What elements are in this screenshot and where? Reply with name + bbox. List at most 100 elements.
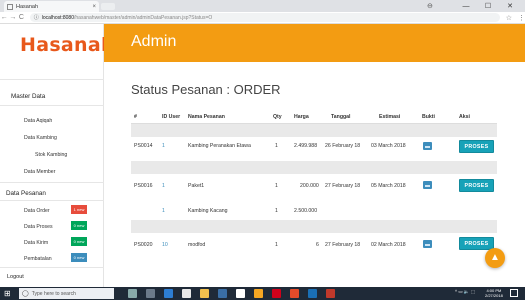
column-header-bukti: Bukti xyxy=(422,114,435,120)
sidebar-item-data-aqiqah[interactable]: Data Aqiqah xyxy=(24,118,52,124)
browser-tab-strip: Hasanah × ⊖ — ☐ ✕ xyxy=(0,0,525,12)
sidebar-divider xyxy=(0,79,104,80)
logout-link[interactable]: Logout xyxy=(7,274,24,280)
column-header-number: # xyxy=(134,114,137,120)
logo-text: Hasanah xyxy=(20,34,115,56)
sidebar-item-data-kirim[interactable]: Data Kirim xyxy=(24,240,48,246)
taskbar-clock[interactable]: 4:00 PM 2/27/2018 xyxy=(485,288,503,298)
reload-icon[interactable]: C xyxy=(17,14,26,21)
sidebar-item-pembatalan[interactable]: Pembatalan xyxy=(24,256,52,262)
app-icon[interactable] xyxy=(326,289,335,298)
page-title: Status Pesanan : ORDER xyxy=(131,82,281,97)
user-id: 1 xyxy=(162,183,165,189)
bookmark-star-icon[interactable]: ☆ xyxy=(506,14,512,22)
row-separator-band xyxy=(131,220,497,233)
notification-center-icon[interactable] xyxy=(510,289,518,297)
estimasi: 02 March 2018 xyxy=(371,242,406,248)
url-field[interactable]: ⓘ localhost:8080 /hasanahweb/master/admi… xyxy=(29,13,500,22)
store-icon[interactable] xyxy=(182,289,191,298)
sidebar-divider xyxy=(0,182,104,183)
file-explorer-icon[interactable] xyxy=(200,289,209,298)
estimasi: 05 March 2018 xyxy=(371,183,406,189)
close-window-icon[interactable]: ✕ xyxy=(499,2,521,10)
sidebar-divider xyxy=(0,267,104,268)
estimasi: 03 March 2018 xyxy=(371,143,406,149)
app-icon[interactable] xyxy=(308,289,317,298)
harga: 2.500.000 xyxy=(294,208,318,214)
sidebar-heading-master-data: Master Data xyxy=(11,93,46,100)
address-bar: ← → C ⓘ localhost:8080 /hasanahweb/maste… xyxy=(0,12,525,24)
qty: 1 xyxy=(275,208,278,214)
task-view-icon[interactable] xyxy=(146,289,155,298)
tab-close-icon[interactable]: × xyxy=(92,4,96,10)
windows-start-icon[interactable]: ⊞ xyxy=(4,289,11,298)
sidebar-item-stok-kambing[interactable]: Stok Kambing xyxy=(35,152,67,158)
minimize-icon[interactable]: — xyxy=(455,3,477,10)
proses-button[interactable]: PROSES xyxy=(459,237,494,250)
column-header-aksi: Aksi xyxy=(459,114,470,120)
edge-browser-icon[interactable] xyxy=(164,289,173,298)
sidebar-item-data-member[interactable]: Data Member xyxy=(24,169,55,175)
hasanah-logo[interactable]: Hasanah xyxy=(20,34,115,56)
harga: 200.000 xyxy=(300,183,319,189)
user-id: 10 xyxy=(162,242,168,248)
header-title: Admin xyxy=(131,33,177,50)
order-id: PS0016 xyxy=(134,183,153,189)
microphone-icon[interactable] xyxy=(128,289,137,298)
user-id: 1 xyxy=(162,208,165,214)
app-icon[interactable] xyxy=(236,289,245,298)
taskbar-search-input[interactable]: ◯ Type here to search xyxy=(19,288,114,299)
qty: 1 xyxy=(275,143,278,149)
column-header-qty: Qty xyxy=(273,114,282,120)
forward-icon[interactable]: → xyxy=(9,14,18,21)
harga: 2.499.988 xyxy=(294,143,318,149)
sidebar: Hasanah Master Data Data Aqiqah Data Kam… xyxy=(0,24,115,287)
back-icon[interactable]: ← xyxy=(0,14,9,21)
nama-pesanan: Paket1 xyxy=(188,183,205,189)
windows-taskbar: ⊞ ◯ Type here to search ^ ▭ 🔈 ⬚ 4:00 PM … xyxy=(0,287,525,300)
window-controls: — ☐ ✕ xyxy=(455,0,521,12)
bukti-image-icon[interactable] xyxy=(423,181,432,189)
maximize-icon[interactable]: ☐ xyxy=(477,2,499,10)
sidebar-item-data-proses[interactable]: Data Proses xyxy=(24,224,53,230)
app-icon[interactable] xyxy=(254,289,263,298)
bukti-image-icon[interactable] xyxy=(423,142,432,150)
tanggal: 26 February 18 xyxy=(325,143,361,149)
column-header-id-user: ID User xyxy=(162,114,181,120)
app-icon[interactable] xyxy=(272,289,281,298)
user-id: 1 xyxy=(162,143,165,149)
nama-pesanan: modfod xyxy=(188,242,206,248)
column-header-estimasi: Estimasi xyxy=(379,114,401,120)
proses-button[interactable]: PROSES xyxy=(459,140,494,153)
system-tray-icons[interactable]: ^ ▭ 🔈 ⬚ xyxy=(455,289,475,295)
page-header: Admin xyxy=(104,24,525,62)
order-id: PS0020 xyxy=(134,242,153,248)
new-count-badge: 0 new xyxy=(71,253,87,262)
tab-title: Hasanah xyxy=(16,3,39,10)
clock-date: 2/27/2018 xyxy=(485,293,503,298)
account-icon[interactable]: ⊖ xyxy=(427,2,433,10)
sidebar-item-data-order[interactable]: Data Order xyxy=(24,208,50,214)
new-tab-button[interactable] xyxy=(101,3,115,10)
browser-menu-icon[interactable]: ⋮ xyxy=(518,14,525,22)
bukti-image-icon[interactable] xyxy=(423,240,432,248)
order-id: PS0014 xyxy=(134,143,153,149)
url-host: localhost:8080 xyxy=(41,14,74,21)
new-count-badge: 0 new xyxy=(71,237,87,246)
tanggal: 27 February 18 xyxy=(325,183,361,189)
proses-button[interactable]: PROSES xyxy=(459,179,494,192)
row-separator-band xyxy=(131,161,497,174)
new-count-badge: 0 new xyxy=(71,221,87,230)
sidebar-item-data-kambing[interactable]: Data Kambing xyxy=(24,135,57,141)
row-separator-band xyxy=(131,124,497,137)
qty: 1 xyxy=(275,183,278,189)
site-info-icon[interactable]: ⓘ xyxy=(34,14,39,21)
tanggal: 27 February 18 xyxy=(325,242,361,248)
sidebar-divider xyxy=(0,200,104,201)
mail-icon[interactable] xyxy=(218,289,227,298)
chrome-icon[interactable] xyxy=(290,289,299,298)
sidebar-heading-data-pesanan: Data Pesanan xyxy=(6,190,46,197)
browser-tab[interactable]: Hasanah × xyxy=(4,1,99,12)
scroll-to-top-icon[interactable]: ▲ xyxy=(485,248,505,268)
page-favicon-icon xyxy=(7,3,13,10)
